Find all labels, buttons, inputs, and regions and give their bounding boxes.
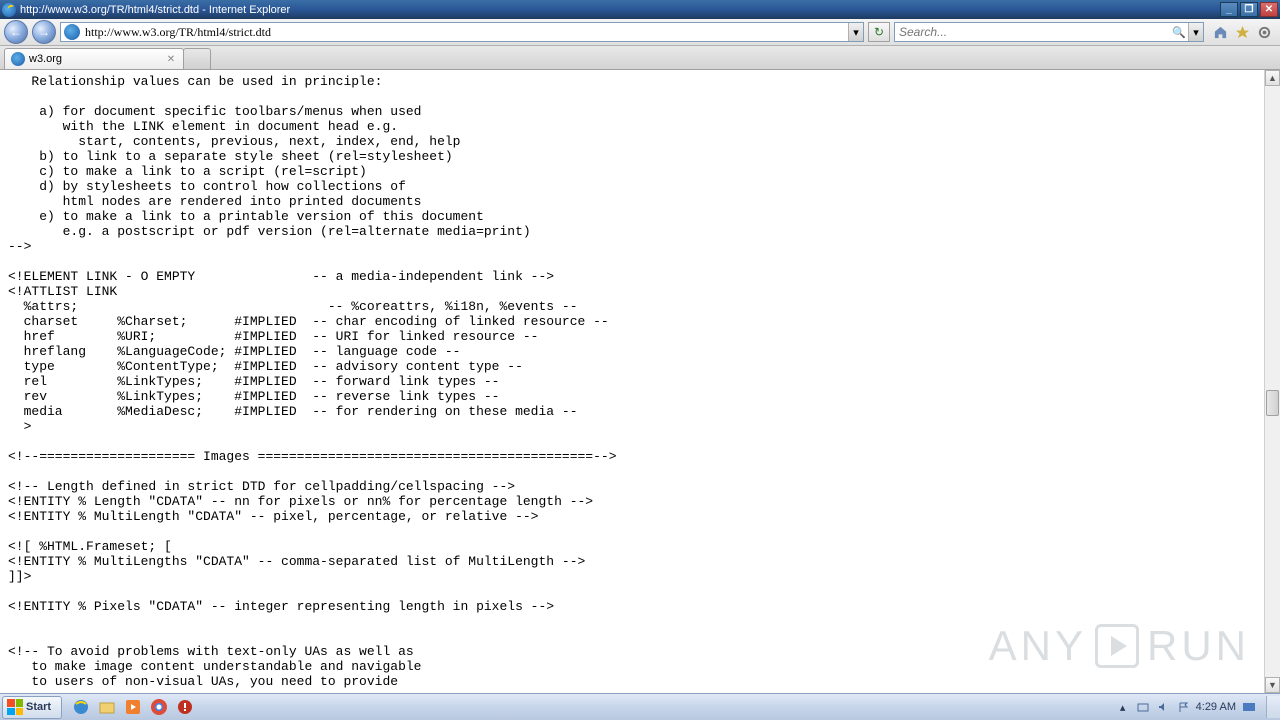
start-button[interactable]: Start: [2, 696, 62, 719]
scroll-thumb[interactable]: [1266, 390, 1279, 416]
search-dropdown[interactable]: ▾: [1188, 23, 1203, 41]
taskbar-chrome-icon[interactable]: [148, 696, 170, 718]
address-bar[interactable]: ▾: [60, 22, 864, 42]
taskbar-apps: [70, 696, 196, 718]
maximize-button[interactable]: ❐: [1240, 2, 1258, 17]
search-go-icon[interactable]: 🔍: [1170, 23, 1188, 41]
tab-w3org[interactable]: w3.org ✕: [4, 48, 184, 69]
window-controls: _ ❐ ✕: [1220, 2, 1278, 17]
taskbar-ie-icon[interactable]: [70, 696, 92, 718]
system-tray: ▴ 4:29 AM: [1110, 700, 1262, 714]
taskbar-explorer-icon[interactable]: [96, 696, 118, 718]
back-button[interactable]: ←: [4, 20, 28, 44]
taskbar: Start ▴ 4:29 AM: [0, 693, 1280, 720]
close-button[interactable]: ✕: [1260, 2, 1278, 17]
scroll-up-button[interactable]: ▲: [1265, 70, 1280, 86]
minimize-button[interactable]: _: [1220, 2, 1238, 17]
refresh-button[interactable]: ↻: [868, 22, 890, 42]
tools-icon[interactable]: [1256, 24, 1272, 40]
new-tab-button[interactable]: [183, 48, 211, 69]
taskbar-media-icon[interactable]: [122, 696, 144, 718]
vertical-scrollbar[interactable]: ▲ ▼: [1264, 70, 1280, 693]
search-bar[interactable]: 🔍 ▾: [894, 22, 1204, 42]
window-titlebar: http://www.w3.org/TR/html4/strict.dtd - …: [0, 0, 1280, 19]
scroll-down-button[interactable]: ▼: [1265, 677, 1280, 693]
tab-label: w3.org: [29, 53, 161, 65]
tray-network-icon[interactable]: [1242, 700, 1256, 714]
search-input[interactable]: [895, 25, 1170, 39]
start-label: Start: [26, 701, 51, 713]
windows-logo-icon: [7, 699, 23, 715]
ie-icon: [2, 3, 16, 17]
tab-bar: w3.org ✕: [0, 46, 1280, 70]
address-dropdown[interactable]: ▾: [848, 23, 863, 41]
tab-close-icon[interactable]: ✕: [165, 53, 177, 65]
page-viewport: Relationship values can be used in princ…: [0, 70, 1264, 693]
tray-action-icon[interactable]: [1136, 700, 1150, 714]
tab-favicon-icon: [11, 52, 25, 66]
window-title: http://www.w3.org/TR/html4/strict.dtd - …: [20, 4, 1220, 16]
show-desktop-button[interactable]: [1266, 696, 1280, 718]
forward-button[interactable]: →: [32, 20, 56, 44]
browser-toolbar: ← → ▾ ↻ 🔍 ▾: [0, 19, 1280, 46]
tray-volume-icon[interactable]: [1156, 700, 1170, 714]
site-icon: [64, 24, 80, 40]
page-content: Relationship values can be used in princ…: [0, 70, 1264, 693]
favorites-icon[interactable]: [1234, 24, 1250, 40]
tray-expand-icon[interactable]: ▴: [1116, 700, 1130, 714]
home-icon[interactable]: [1212, 24, 1228, 40]
tray-flag-icon[interactable]: [1176, 700, 1190, 714]
tray-clock[interactable]: 4:29 AM: [1196, 701, 1236, 713]
taskbar-app-icon[interactable]: [174, 696, 196, 718]
address-input[interactable]: [83, 25, 848, 40]
toolbar-icons: [1208, 24, 1276, 40]
